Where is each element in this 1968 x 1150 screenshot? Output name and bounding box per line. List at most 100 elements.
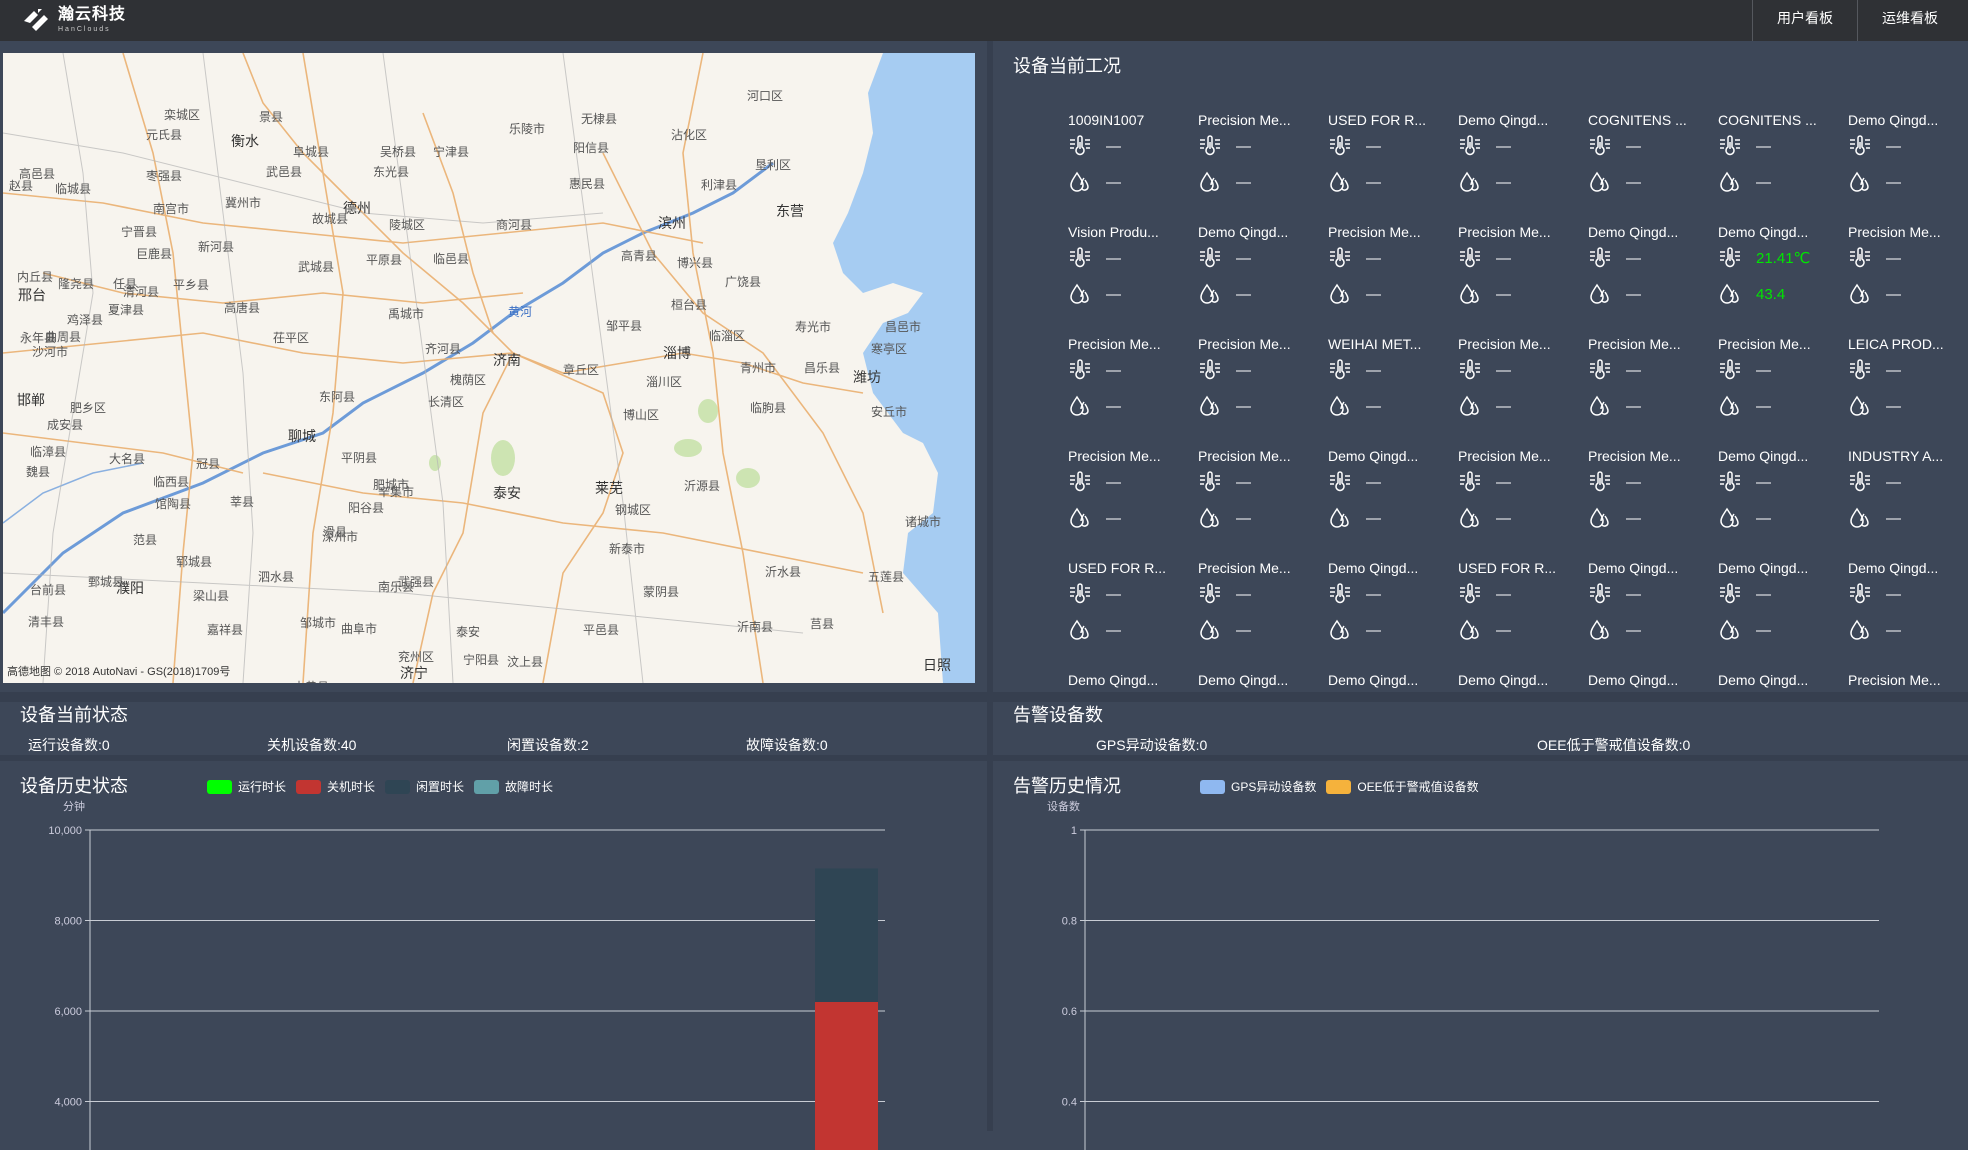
device-card[interactable]: Demo Qingd... — — (1718, 448, 1838, 538)
device-card[interactable]: Demo Qingd... — — (1848, 112, 1968, 202)
device-card[interactable]: Demo Qingd... — — (1328, 560, 1448, 650)
map-label: 寒亭区 (871, 342, 908, 356)
y-axis-title: 设备数 (1047, 800, 1080, 813)
device-card[interactable]: Precision Me... — — (1198, 336, 1318, 426)
device-card[interactable]: Precision Me... — — (1848, 224, 1968, 314)
device-card[interactable]: Precision Me... — — (1198, 112, 1318, 202)
map-label: 辛集市 (378, 485, 415, 499)
device-card[interactable]: Precision Me... — — (1068, 448, 1188, 538)
map-view[interactable]: 衡水 德州 滨州 东营 邢台 济南 淄博 潍坊 邯郸 聊城 泰安 莱芜 濮阳 济宁 日照 黄河 河口区 乐陵市 无棣… (3, 53, 975, 683)
map-label: 诸城市 (905, 515, 942, 529)
nav-ops-board[interactable]: 运维看板 (1857, 0, 1968, 41)
device-card[interactable]: USED FOR R... — — (1458, 560, 1578, 650)
device-card[interactable]: Precision Me... — — (1198, 560, 1318, 650)
map-label: 宁津县 (433, 145, 470, 159)
thermometer-icon (1588, 246, 1614, 270)
device-name: Demo Qingd... (1718, 448, 1809, 464)
map-label: 南宫市 (153, 202, 190, 216)
conditions-title: 设备当前工况 (1013, 56, 1121, 76)
legend-item[interactable]: OEE低于警戒值设备数 (1326, 778, 1479, 795)
temperature-value: — (1106, 361, 1121, 379)
map-label: 东营 (776, 203, 804, 219)
device-card[interactable]: LEICA PROD... — — (1848, 336, 1968, 426)
device-card[interactable]: Demo Qingd... — — (1198, 224, 1318, 314)
device-card[interactable]: COGNITENS ... — — (1588, 112, 1708, 202)
device-card[interactable]: Demo Qingd... (1328, 672, 1448, 762)
device-card[interactable]: WEIHAI MET... — — (1328, 336, 1448, 426)
device-card[interactable]: Demo Qingd... — — (1588, 560, 1708, 650)
device-name: COGNITENS ... (1588, 112, 1687, 128)
humidity-value: — (1106, 397, 1121, 415)
device-card[interactable]: Demo Qingd... — — (1718, 560, 1838, 650)
map-label: 隆尧县 (58, 277, 95, 291)
map-label: 临城县 (55, 182, 92, 196)
device-card[interactable]: 1009IN1007 — — (1068, 112, 1188, 202)
history-chart: 分钟 10,000 8,000 6,000 4,000 (48, 800, 885, 1150)
humidity-icon (1458, 394, 1484, 418)
legend-item[interactable]: 运行时长 (207, 778, 286, 795)
device-card[interactable]: Vision Produ... — — (1068, 224, 1188, 314)
temperature-value: — (1496, 473, 1511, 491)
temperature-value: — (1756, 473, 1771, 491)
thermometer-icon (1718, 582, 1744, 606)
device-card[interactable]: Demo Qingd... — — (1848, 560, 1968, 650)
device-card[interactable]: Demo Qingd... 21.41℃ 43.4 (1718, 224, 1838, 314)
device-card[interactable]: Demo Qingd... — — (1588, 224, 1708, 314)
map-label: 巨鹿县 (136, 247, 173, 261)
map-label: 商河县 (496, 218, 533, 232)
humidity-value: — (1626, 509, 1641, 527)
legend-item[interactable]: GPS异动设备数 (1200, 778, 1316, 795)
map-label: 平乡县 (173, 278, 210, 292)
device-card[interactable]: Precision Me... (1848, 672, 1968, 762)
y-tick-label: 4,000 (54, 1097, 82, 1109)
device-name: Demo Qingd... (1328, 672, 1419, 688)
device-card[interactable]: Precision Me... — — (1328, 224, 1448, 314)
device-card[interactable]: Demo Qingd... (1198, 672, 1318, 762)
humidity-value: — (1366, 397, 1381, 415)
map-label: 内黄县 (293, 678, 329, 683)
temperature-value: — (1626, 361, 1641, 379)
device-card[interactable]: INDUSTRY A... — — (1848, 448, 1968, 538)
alarm-title: 告警设备数 (1013, 705, 1103, 725)
humidity-icon (1848, 282, 1874, 306)
thermometer-icon (1198, 470, 1224, 494)
temperature-value: — (1756, 361, 1771, 379)
temperature-value: — (1886, 137, 1901, 155)
thermometer-icon (1458, 134, 1484, 158)
brand-logo[interactable]: 瀚云科技 HanClouds (22, 5, 126, 35)
device-card[interactable]: COGNITENS ... — — (1718, 112, 1838, 202)
map-label: 博山区 (623, 408, 660, 422)
legend-item[interactable]: 关机时长 (296, 778, 375, 795)
nav-user-board[interactable]: 用户看板 (1752, 0, 1857, 41)
device-card[interactable]: USED FOR R... — — (1068, 560, 1188, 650)
humidity-icon (1068, 506, 1094, 530)
map-label: 济宁 (400, 665, 428, 681)
legend-item[interactable]: 闲置时长 (385, 778, 464, 795)
device-card[interactable]: Precision Me... — — (1458, 448, 1578, 538)
device-card[interactable]: Precision Me... — — (1588, 448, 1708, 538)
map-label: 临西县 (153, 475, 190, 489)
device-card[interactable]: Demo Qingd... (1718, 672, 1838, 762)
map-label: 阳信县 (573, 141, 610, 155)
status-running: 运行设备数:0 (28, 737, 110, 753)
device-name: Precision Me... (1458, 448, 1551, 464)
brand-name: 瀚云科技 (58, 6, 127, 23)
thermometer-icon (1068, 134, 1094, 158)
map-label: 乐陵市 (509, 122, 546, 136)
device-name: Precision Me... (1068, 448, 1161, 464)
temperature-value: — (1626, 585, 1641, 603)
device-card[interactable]: USED FOR R... — — (1328, 112, 1448, 202)
device-card[interactable]: Precision Me... — — (1068, 336, 1188, 426)
device-card[interactable]: Demo Qingd... — — (1458, 112, 1578, 202)
device-card[interactable]: Precision Me... — — (1718, 336, 1838, 426)
device-card[interactable]: Precision Me... — — (1588, 336, 1708, 426)
device-card[interactable]: Precision Me... — — (1458, 224, 1578, 314)
humidity-icon (1198, 506, 1224, 530)
device-card[interactable]: Demo Qingd... — — (1328, 448, 1448, 538)
device-card[interactable]: Precision Me... — — (1458, 336, 1578, 426)
device-card[interactable]: Precision Me... — — (1198, 448, 1318, 538)
legend-item[interactable]: 故障时长 (474, 778, 553, 795)
map-label: 安丘市 (871, 405, 908, 419)
humidity-value: — (1756, 397, 1771, 415)
device-name: Demo Qingd... (1458, 672, 1549, 688)
